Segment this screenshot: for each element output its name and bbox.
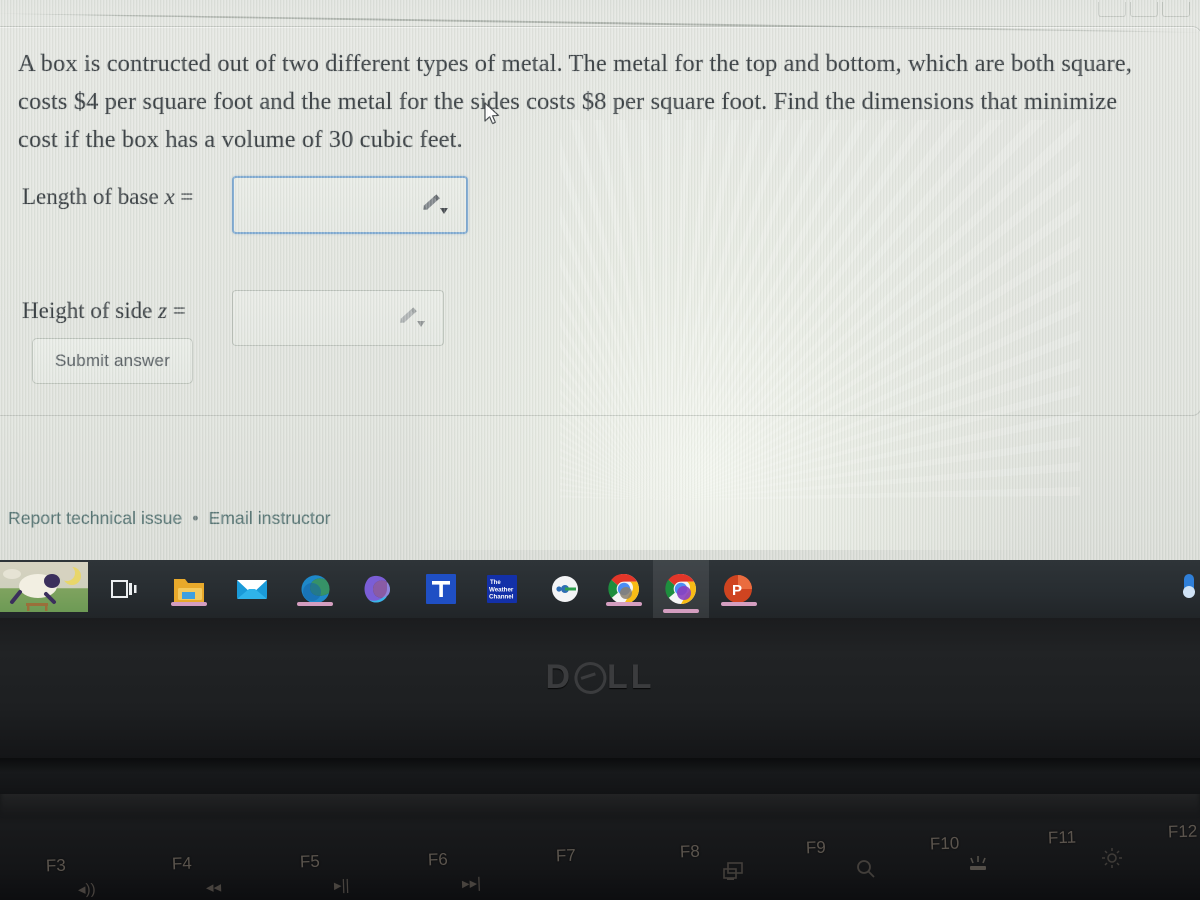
taskbar-running-indicator [663,609,699,613]
brightness-icon [1102,848,1122,868]
taskbar-item-media-player[interactable] [543,567,587,611]
search-icon [857,860,875,878]
browser-tabs-ghost [1096,0,1192,18]
taskbar-item-microsoft-365[interactable] [356,567,400,611]
taskbar-item-microsoft-edge[interactable] [293,567,337,611]
laptop-bezel: D LL [0,618,1200,758]
windows-taskbar: The Weather Channel P [0,560,1200,618]
svg-text:The: The [490,580,501,586]
key-f10[interactable]: F10 [930,833,960,854]
system-tray-icon[interactable] [1180,572,1198,602]
folder-icon [174,579,204,602]
taskbar-item-powerpoint[interactable]: P [717,567,761,611]
chrome-icon [665,573,696,604]
key-f11[interactable]: F11 [1048,828,1077,849]
laptop-photo: A box is contructed out of two different… [0,0,1200,900]
edge-icon [301,575,330,604]
answer-input-x[interactable] [232,176,468,234]
key-f12[interactable]: F12 [1168,821,1198,842]
taskbar-running-indicator [606,602,642,606]
taskbar-item-task-view[interactable] [102,567,146,611]
taskbar-running-indicator [171,602,207,606]
footer-links: Report technical issue • Email instructo… [8,508,331,529]
sheep-icon [10,574,60,604]
taskbar-item-google-chrome-2[interactable] [653,560,709,618]
answer-row-x: Length of base x = [22,176,542,234]
office-icon [364,575,390,603]
display-switch-icon [723,862,743,880]
svg-text:Channel: Channel [489,594,514,601]
submit-answer-button[interactable]: Submit answer [32,338,194,384]
answer-label-z-prefix: Height of side [22,298,159,323]
email-instructor-link[interactable]: Email instructor [209,508,331,528]
disc-icon [552,576,578,602]
svg-text:Weather: Weather [489,587,514,594]
chrome-icon [608,573,639,604]
next-track-icon: ▸▸| [461,874,482,893]
keyboard-top-glow [0,794,1200,816]
taskbar-item-file-explorer[interactable] [167,567,211,611]
powerpoint-icon: P [724,575,752,603]
answer-fields: Length of base x = Height of side z = [22,176,542,346]
answer-label-z-suffix: = [167,298,186,323]
answer-label-x-suffix: = [174,184,194,209]
answer-variable-x: x [164,184,175,209]
answer-row-z: Height of side z = [22,234,542,346]
taskbar-item-google-chrome-1[interactable] [602,567,646,611]
key-f8[interactable]: F8 [680,842,701,863]
key-f4[interactable]: F4 [172,854,193,875]
pencil-dropdown-icon[interactable] [420,192,450,218]
svg-text:P: P [732,582,742,599]
key-f6[interactable]: F6 [428,850,449,871]
answer-input-z[interactable] [232,290,444,346]
volume-down-icon: ◂)) [77,880,96,899]
key-f9[interactable]: F9 [806,838,827,859]
sheep-weather-widget[interactable] [0,562,88,612]
answer-label-z: Height of side z = [22,298,186,324]
previous-track-icon: ◂◂ [205,878,222,897]
laptop-hinge [0,758,1200,794]
task-view-icon [111,580,137,598]
cloud-icon [3,569,21,579]
blue-tray-icon [1183,574,1195,598]
dell-logo: D LL [545,657,655,698]
answer-variable-z: z [158,298,168,323]
report-technical-issue-link[interactable]: Report technical issue [8,508,182,528]
problem-statement: A box is contructed out of two different… [18,50,1132,153]
dell-logo-right: LL [607,658,655,696]
taskbar-running-indicator [297,602,333,606]
weather-channel-icon: The Weather Channel [487,575,517,603]
taskbar-item-mail[interactable] [230,567,274,611]
dell-e-mark-icon [569,657,611,698]
pencil-dropdown-icon[interactable] [397,305,427,331]
taskbar-item-weather-channel[interactable]: The Weather Channel [480,567,524,611]
taskbar-running-indicator [721,602,757,606]
key-f5[interactable]: F5 [300,852,321,873]
answer-label-x: Length of base x = [22,184,193,210]
footer-separator: • [192,508,199,528]
key-f3[interactable]: F3 [46,856,67,877]
taskbar-item-microsoft-teams[interactable] [419,567,463,611]
laptop-keyboard: F3 F4 F5 F6 F7 F8 F9 F10 F11 F12 ◂)) ◂◂ … [0,794,1200,900]
play-pause-icon: ▸|| [333,876,350,895]
envelope-icon [237,580,267,599]
keyboard-backlight-icon [970,856,986,870]
teams-icon [426,574,456,604]
dell-logo-left: D [545,658,574,696]
laptop-screen: A box is contructed out of two different… [0,0,1200,560]
key-f7[interactable]: F7 [556,846,577,867]
answer-label-x-prefix: Length of base [22,184,165,209]
